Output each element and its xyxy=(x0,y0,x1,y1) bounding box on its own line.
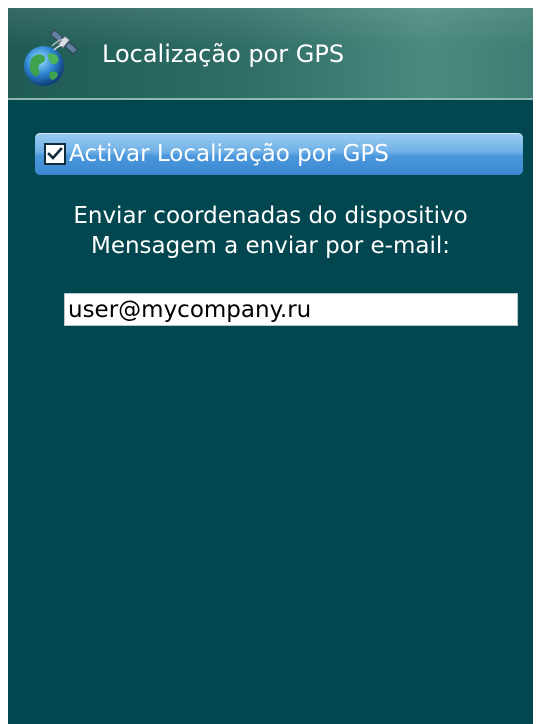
gps-settings-screen: Localização por GPS Activar Localização … xyxy=(8,8,533,724)
satellite-globe-icon xyxy=(20,24,86,90)
email-field[interactable] xyxy=(64,293,518,326)
gps-enable-checkbox-row[interactable]: Activar Localização por GPS xyxy=(35,133,523,175)
gps-enable-label: Activar Localização por GPS xyxy=(69,141,389,167)
email-message-label: Mensagem a enviar por e-mail: xyxy=(90,233,451,259)
checkbox-checked-icon[interactable] xyxy=(44,143,66,165)
title-bar: Localização por GPS xyxy=(8,8,533,100)
send-coordinates-text: Enviar coordenadas do dispositivo xyxy=(73,203,468,229)
page-title: Localização por GPS xyxy=(102,40,345,68)
